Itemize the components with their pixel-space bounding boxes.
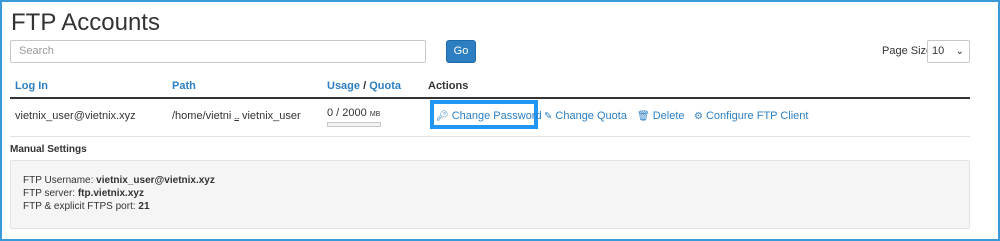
page-title: FTP Accounts bbox=[11, 9, 160, 36]
key-icon: 🔑︎ bbox=[436, 111, 449, 122]
account-login: vietnix_user@vietnix.xyz bbox=[15, 110, 136, 122]
configure-ftp-client-label: Configure FTP Client bbox=[705, 110, 809, 122]
gear-icon: ⚙︎ bbox=[694, 111, 703, 122]
page-size-label: Page Size bbox=[882, 45, 933, 57]
header-separator: / bbox=[363, 80, 367, 92]
change-quota-button[interactable]: ✎ Change Quota bbox=[544, 110, 627, 122]
column-header-path[interactable]: Path bbox=[172, 80, 196, 92]
column-header-quota-link[interactable]: Quota bbox=[369, 80, 401, 92]
path-ellipsis-toggle[interactable]: ... bbox=[234, 111, 239, 121]
manual-settings-title: Manual Settings bbox=[10, 144, 87, 155]
page-size-select[interactable]: 10 ⌄ bbox=[927, 40, 970, 63]
usage-unit: MB bbox=[369, 111, 381, 118]
page-size-value: 10 bbox=[932, 45, 945, 57]
row-divider bbox=[10, 136, 970, 137]
change-password-label: Change Password bbox=[451, 110, 542, 122]
configure-ftp-client-button[interactable]: ⚙︎ Configure FTP Client bbox=[694, 110, 808, 122]
chevron-down-icon: ⌄ bbox=[955, 46, 964, 57]
manual-settings-panel bbox=[10, 160, 970, 229]
path-start: /home/vietni bbox=[172, 110, 232, 122]
manual-port-value: 21 bbox=[138, 201, 150, 212]
manual-server-label: FTP server: bbox=[23, 188, 76, 199]
column-header-usage: Usage / Quota bbox=[327, 80, 401, 92]
header-divider bbox=[10, 97, 970, 99]
manual-port-label: FTP & explicit FTPS port: bbox=[23, 201, 136, 212]
manual-server-line: FTP server: ftp.vietnix.xyz bbox=[23, 188, 144, 199]
go-button[interactable]: Go bbox=[446, 40, 476, 63]
manual-server-value: ftp.vietnix.xyz bbox=[77, 188, 144, 199]
manual-username-line: FTP Username: vietnix_user@vietnix.xyz bbox=[23, 175, 215, 186]
usage-value: 0 / 2000 MB bbox=[327, 107, 380, 119]
manual-username-label: FTP Username: bbox=[23, 175, 94, 186]
change-quota-label: Change Quota bbox=[555, 110, 627, 122]
manual-port-line: FTP & explicit FTPS port: 21 bbox=[23, 201, 150, 212]
column-header-usage-link[interactable]: Usage bbox=[327, 80, 360, 92]
usage-progress-bar bbox=[327, 122, 381, 127]
account-path: /home/vietni ... vietnix_user bbox=[172, 110, 301, 122]
search-input[interactable]: Search bbox=[10, 40, 426, 63]
manual-username-value: vietnix_user@vietnix.xyz bbox=[96, 175, 215, 186]
trash-icon: 🗑︎ bbox=[637, 111, 650, 122]
usage-text: 0 / 2000 bbox=[327, 107, 367, 119]
column-header-login[interactable]: Log In bbox=[15, 80, 48, 92]
pencil-icon: ✎ bbox=[544, 111, 553, 122]
delete-label: Delete bbox=[652, 110, 685, 122]
column-header-actions: Actions bbox=[428, 80, 469, 92]
path-end: vietnix_user bbox=[241, 110, 301, 122]
delete-button[interactable]: 🗑︎ Delete bbox=[637, 110, 685, 122]
change-password-button[interactable]: 🔑︎ Change Password bbox=[436, 110, 542, 122]
